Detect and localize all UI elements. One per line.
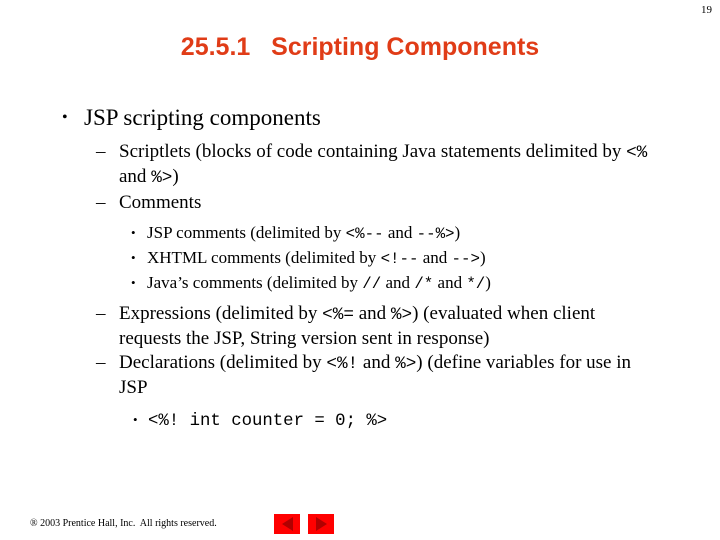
code-fragment: --> [451,250,480,268]
bullet-level1: • JSP scripting components [0,104,720,132]
forward-button[interactable] [308,514,334,534]
bullet-dot-icon: • [131,225,136,240]
bullet-dot-icon: • [131,250,136,265]
text-fragment: Declarations (delimited by [119,352,327,373]
bullet-list: – Scriptlets (blocks of code containing J… [0,140,720,436]
code-fragment: /* [414,275,434,293]
bullet-level3-label: XHTML comments (delimited by <!-- and --… [147,248,486,268]
text-fragment: ) [479,248,486,267]
bullet-level2: – Expressions (delimited by <%= and %>) (… [0,302,720,350]
code-fragment: <%! int counter = 0; %> [148,412,388,431]
text-fragment: Comments [119,192,202,213]
bullet-level3-label: Java’s comments (delimited by // and /* … [147,273,491,293]
bullet-dot-icon: • [62,109,68,126]
text-fragment: and [433,273,467,292]
text-fragment: Java’s comments (delimited by [147,273,363,292]
bullet-level3: • JSP comments (delimited by <%-- and --%… [0,221,720,246]
copyright-text: ® 2003 Prentice Hall, Inc. All rights re… [30,518,217,529]
text-fragment: and [353,303,391,324]
bullet-level2-label: Scriptlets (blocks of code containing Ja… [119,141,648,188]
text-fragment: and [381,273,415,292]
bullet-level3-label: <%! int counter = 0; %> [148,410,388,431]
code-fragment: %> [390,305,413,325]
bullet-level2-label: Comments [119,192,201,213]
text-fragment: and [119,166,152,187]
code-fragment: --%> [416,225,455,243]
bullet-level2: – Comments [0,191,720,214]
bullet-level2-label: Declarations (delimited by <%! and %>) (… [119,352,631,398]
code-fragment: // [362,275,382,293]
slide: 19 25.5.1 Scripting Components • JSP scr… [0,0,720,540]
slide-body: • JSP scripting components – Scriptlets (… [0,104,720,436]
text-fragment: Expressions (delimited by [119,303,323,324]
code-fragment: %> [395,354,417,374]
text-fragment: and [358,352,396,373]
back-arrow-icon [281,517,293,531]
bullet-dash-icon: – [96,141,106,162]
bullet-level2: – Scriptlets (blocks of code containing J… [0,140,720,190]
bullet-dot-icon: • [133,412,138,427]
bullet-dot-icon: • [131,275,136,290]
forward-arrow-icon [315,517,327,531]
bullet-level3: • Java’s comments (delimited by // and /*… [0,271,720,296]
bullet-level2-label: Expressions (delimited by <%= and %>) (e… [119,303,595,349]
slide-footer: ® 2003 Prentice Hall, Inc. All rights re… [0,500,720,540]
text-fragment: JSP comments (delimited by [147,223,346,242]
navigation-buttons [274,514,334,534]
back-button[interactable] [274,514,300,534]
page-title: 25.5.1 Scripting Components [180,33,540,61]
text-fragment: ) [172,166,179,187]
code-fragment: <%-- [345,225,384,243]
text-fragment: XHTML comments (delimited by [147,248,381,267]
code-fragment: <%! [326,354,359,374]
bullet-level3-label: JSP comments (delimited by <%-- and --%>… [147,223,461,243]
code-fragment: <!-- [380,250,419,268]
code-fragment: <%= [322,305,354,325]
bullet-level3: • <%! int counter = 0; %> [0,406,720,436]
bullet-level3: • XHTML comments (delimited by <!-- and -… [0,246,720,271]
page-number: 19 [701,4,712,16]
code-fragment: */ [466,275,486,293]
bullet-dash-icon: – [96,303,106,324]
bullet-dash-icon: – [96,192,106,213]
text-fragment: Scriptlets (blocks of code containing Ja… [119,141,627,162]
code-fragment: %> [151,168,173,188]
bullet-level1-label: JSP scripting components [84,105,321,130]
text-fragment: and [418,248,452,267]
text-fragment: and [383,223,417,242]
bullet-level2: – Declarations (delimited by <%! and %>) … [0,351,720,399]
bullet-dash-icon: – [96,352,106,373]
code-fragment: <% [626,143,648,163]
text-fragment: ) [485,273,491,292]
text-fragment: ) [454,223,461,242]
